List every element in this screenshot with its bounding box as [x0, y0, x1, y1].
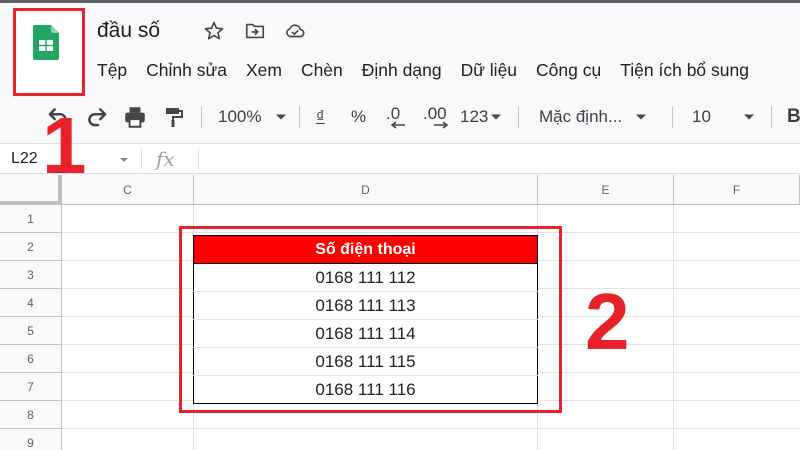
menu-insert[interactable]: Chèn [301, 59, 343, 81]
spreadsheet-app: đầu số Tệp Chỉnh sửa Xem Chèn Định dạng … [0, 0, 800, 450]
menu-file[interactable]: Tệp [97, 59, 127, 81]
percent-format-button[interactable]: % [351, 100, 366, 134]
paint-format-button[interactable] [162, 100, 186, 134]
toolbar-separator [201, 106, 202, 128]
column-header-e[interactable]: E [538, 175, 674, 205]
redo-button[interactable] [84, 100, 110, 134]
menu-addons[interactable]: Tiện ích bổ sung [620, 59, 749, 81]
move-folder-icon[interactable] [244, 20, 266, 42]
toolbar-separator [518, 106, 519, 128]
print-icon [125, 107, 145, 128]
paint-format-icon [166, 108, 183, 127]
menu-bar: Tệp Chỉnh sửa Xem Chèn Định dạng Dữ liệu… [97, 59, 768, 81]
decrease-decimal-label: .0 [386, 103, 401, 123]
row-header[interactable]: 1 [0, 205, 62, 233]
zoom-select[interactable]: 100% [218, 100, 287, 134]
arrow-left-icon [390, 120, 405, 129]
logo-highlight-box [13, 8, 85, 96]
callout-number-1: 1 [42, 101, 87, 190]
menu-data[interactable]: Dữ liệu [461, 59, 517, 81]
table-highlight-box [179, 226, 562, 413]
toolbar-separator [672, 106, 673, 128]
column-header-d[interactable]: D [194, 175, 538, 205]
menu-view[interactable]: Xem [246, 59, 282, 81]
row-header[interactable]: 2 [0, 233, 62, 261]
cloud-saved-icon[interactable] [284, 20, 306, 42]
zoom-value: 100% [218, 107, 262, 126]
font-family-value: Mặc định... [539, 107, 623, 126]
more-formats-label: 123 [460, 107, 489, 126]
print-button[interactable] [122, 100, 148, 134]
increase-decimal-button[interactable]: .00 [423, 100, 449, 134]
formula-bar-separator [198, 149, 199, 169]
callout-number-2: 2 [585, 277, 630, 366]
row-header[interactable]: 7 [0, 373, 62, 401]
menu-tools[interactable]: Công cụ [536, 59, 601, 81]
dropdown-arrow-icon [276, 114, 287, 120]
row-header[interactable]: 3 [0, 261, 62, 289]
font-size-value: 10 [692, 107, 711, 126]
redo-icon [88, 108, 107, 127]
google-sheets-logo-icon[interactable] [33, 25, 59, 60]
fx-icon: fx [156, 147, 175, 171]
increase-decimal-label: .00 [423, 103, 447, 123]
formula-bar-separator [141, 149, 142, 169]
bold-button[interactable]: B [787, 100, 800, 134]
gridline [62, 428, 800, 429]
menu-format[interactable]: Định dạng [362, 59, 442, 81]
menu-edit[interactable]: Chỉnh sửa [146, 59, 227, 81]
column-header-f[interactable]: F [674, 175, 800, 205]
row-header[interactable]: 4 [0, 289, 62, 317]
toolbar-separator [771, 106, 772, 128]
decrease-decimal-button[interactable]: .0 [386, 100, 406, 134]
row-header[interactable]: 8 [0, 401, 62, 429]
row-header[interactable]: 5 [0, 317, 62, 345]
formula-bar: L22 fx [0, 143, 800, 174]
dropdown-arrow-icon [491, 114, 502, 120]
dropdown-arrow-icon [636, 114, 647, 120]
star-icon[interactable] [203, 20, 225, 42]
toolbar-separator [299, 106, 300, 128]
font-family-select[interactable]: Mặc định... [539, 100, 647, 134]
toolbar: 100% ₫ % .0 .00 123 Mặc định... 10 B [0, 100, 800, 134]
font-size-select[interactable]: 10 [692, 100, 755, 134]
window-top-border [0, 0, 800, 3]
row-header[interactable]: 6 [0, 345, 62, 373]
gridline [673, 205, 674, 450]
more-formats-button[interactable]: 123 [460, 100, 502, 134]
name-box[interactable]: L22 [11, 150, 38, 168]
dropdown-arrow-icon[interactable] [119, 156, 129, 164]
document-title[interactable]: đầu số [97, 19, 160, 43]
currency-format-button[interactable]: ₫ [316, 100, 325, 134]
arrow-right-icon [434, 120, 449, 129]
row-header[interactable]: 9 [0, 429, 62, 450]
dropdown-arrow-icon [743, 114, 754, 120]
